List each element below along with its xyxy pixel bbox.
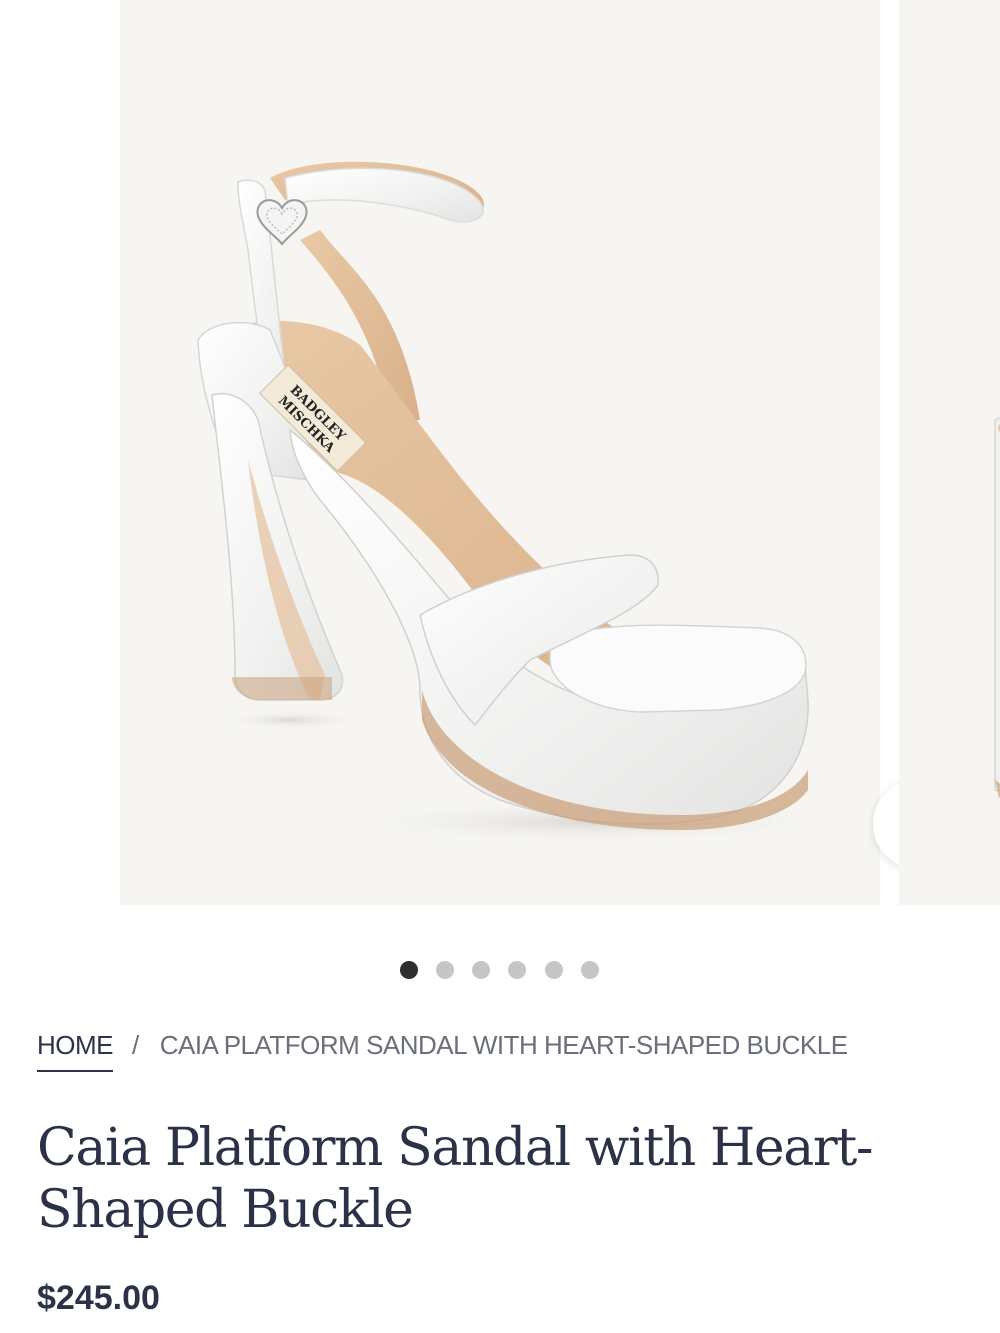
product-image-gallery[interactable]: BADGLEY MISCHKA: [0, 0, 1000, 905]
next-product-image: [994, 417, 1000, 798]
breadcrumb-separator: /: [132, 1030, 139, 1060]
product-title: Caia Platform Sandal with Heart- Shaped …: [37, 1117, 937, 1241]
gallery-pagination: [0, 960, 1000, 980]
product-title-line-1: Caia Platform Sandal with Heart-: [37, 1118, 873, 1178]
pagination-dot-6[interactable]: [581, 961, 599, 979]
pagination-dot-4[interactable]: [508, 961, 526, 979]
breadcrumb-current-page: CAIA PLATFORM SANDAL WITH HEART-SHAPED B…: [159, 1030, 848, 1060]
product-title-line-2: Shaped Buckle: [37, 1180, 414, 1240]
pagination-dot-3[interactable]: [472, 961, 490, 979]
pagination-dot-2[interactable]: [436, 961, 454, 979]
next-product-image-slide[interactable]: [899, 0, 1000, 905]
breadcrumb-home-link[interactable]: HOME: [37, 1030, 114, 1072]
pagination-dot-1[interactable]: [400, 961, 418, 979]
product-image-slide[interactable]: BADGLEY MISCHKA: [120, 0, 963, 905]
pagination-dot-5[interactable]: [545, 961, 563, 979]
product-image: BADGLEY MISCHKA: [197, 161, 850, 844]
breadcrumb: HOME / CAIA PLATFORM SANDAL WITH HEART-SHA…: [37, 1030, 848, 1072]
product-price: $245.00: [37, 1279, 160, 1317]
